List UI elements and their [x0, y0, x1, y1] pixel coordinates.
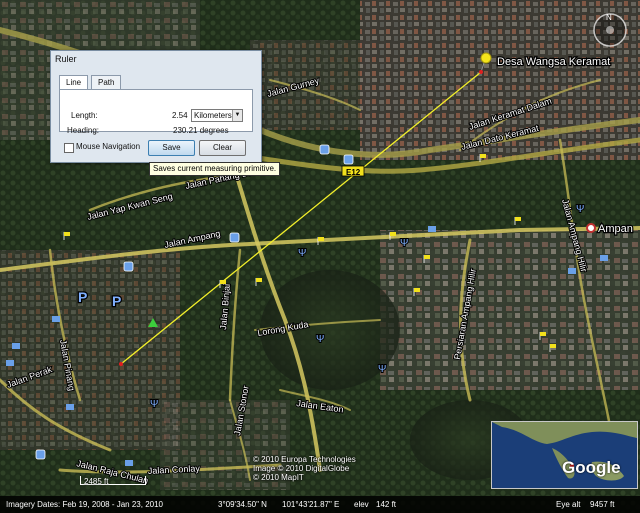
svg-text:Ψ: Ψ	[298, 248, 306, 259]
copyright-line: © 2010 MapIT	[253, 473, 304, 482]
svg-text:Ψ: Ψ	[576, 204, 584, 215]
unit-select[interactable]: Kilometers ▼	[191, 109, 243, 122]
restaurant-icon[interactable]: Ψ	[149, 398, 159, 411]
svg-text:P: P	[78, 289, 87, 305]
parking-icon[interactable]: P	[111, 292, 123, 311]
hotel-icon[interactable]	[6, 360, 14, 366]
tab-line[interactable]: Line	[59, 75, 89, 90]
highway-shield-label: E12	[346, 168, 361, 177]
ruler-dialog[interactable]: Ruler Line Path Length: 2.54 Kilometers …	[50, 50, 262, 163]
hotel-icon[interactable]	[125, 460, 133, 466]
urban-area-southwest	[0, 250, 180, 450]
imagery-dates: Imagery Dates: Feb 19, 2008 - Jan 23, 20…	[6, 500, 163, 509]
compass-icon[interactable]: N	[593, 13, 627, 47]
urban-area-east	[380, 230, 640, 390]
hotel-icon[interactable]	[600, 255, 608, 261]
bus-icon[interactable]	[343, 154, 354, 165]
longitude: 101°43'21.87" E	[282, 500, 340, 509]
bus-icon[interactable]	[35, 449, 46, 460]
chevron-down-icon[interactable]: ▼	[232, 110, 242, 121]
restaurant-icon[interactable]: Ψ	[575, 203, 585, 216]
hotel-icon[interactable]	[12, 343, 20, 349]
svg-text:Ψ: Ψ	[400, 238, 408, 249]
bus-icon[interactable]	[123, 261, 134, 272]
copyright-line: Image © 2010 DigitalGlobe	[253, 464, 350, 473]
tab-path[interactable]: Path	[91, 75, 122, 89]
save-button[interactable]: Save	[148, 140, 195, 156]
copyright-line: © 2010 Europa Technologies	[253, 455, 356, 464]
bus-icon[interactable]	[229, 232, 240, 243]
save-tooltip: Saves current measuring primitive.	[149, 162, 281, 176]
overview-map[interactable]: Google	[491, 421, 638, 489]
svg-text:Ψ: Ψ	[150, 399, 158, 410]
highway-shield: E12	[341, 165, 365, 177]
eye-alt-label: Eye alt	[556, 500, 581, 509]
restaurant-icon[interactable]: Ψ	[399, 237, 409, 250]
restaurant-icon[interactable]: Ψ	[315, 333, 325, 346]
unit-select-value: Kilometers	[194, 111, 232, 120]
svg-text:N: N	[606, 13, 612, 22]
clear-button[interactable]: Clear	[199, 140, 246, 156]
svg-text:P: P	[112, 293, 121, 309]
measure-start-point[interactable]	[119, 362, 123, 366]
parking-icon[interactable]: P	[77, 288, 89, 307]
restaurant-icon[interactable]: Ψ	[377, 363, 387, 376]
status-bar: Imagery Dates: Feb 19, 2008 - Jan 23, 20…	[0, 496, 640, 513]
google-logo: Google	[562, 458, 621, 477]
eye-alt-value: 9457 ft	[590, 500, 615, 509]
hotel-icon[interactable]	[428, 226, 436, 232]
overview-map-graphic	[492, 422, 637, 488]
restaurant-icon[interactable]: Ψ	[297, 247, 307, 260]
hotel-icon[interactable]	[66, 404, 74, 410]
copyright-notice: © 2010 Europa Technologies Image © 2010 …	[253, 455, 356, 482]
latitude: 3°09'34.50" N	[218, 500, 267, 509]
mouse-navigation-label: Mouse Navigation	[76, 142, 141, 151]
bus-icon[interactable]	[319, 144, 330, 155]
place-label-ampang[interactable]: Ampan	[597, 222, 634, 237]
hotel-icon[interactable]	[568, 268, 576, 274]
svg-text:Ψ: Ψ	[378, 364, 386, 375]
place-label-desa-wangsa-keramat[interactable]: Desa Wangsa Keramat	[496, 55, 612, 70]
length-value: 2.54	[172, 111, 188, 120]
elevation-value: 142 ft	[376, 500, 397, 509]
hotel-icon[interactable]	[52, 316, 60, 322]
heading-label: Heading:	[67, 126, 100, 135]
svg-text:Ψ: Ψ	[316, 334, 324, 345]
heading-value: 230.21 degrees	[173, 126, 229, 135]
elevation-label: elev	[354, 500, 369, 509]
length-label: Length:	[71, 111, 98, 120]
ruler-title: Ruler	[55, 54, 77, 64]
mouse-navigation-checkbox[interactable]	[64, 143, 74, 153]
scale-bar-label: 2485 ft	[84, 477, 109, 486]
